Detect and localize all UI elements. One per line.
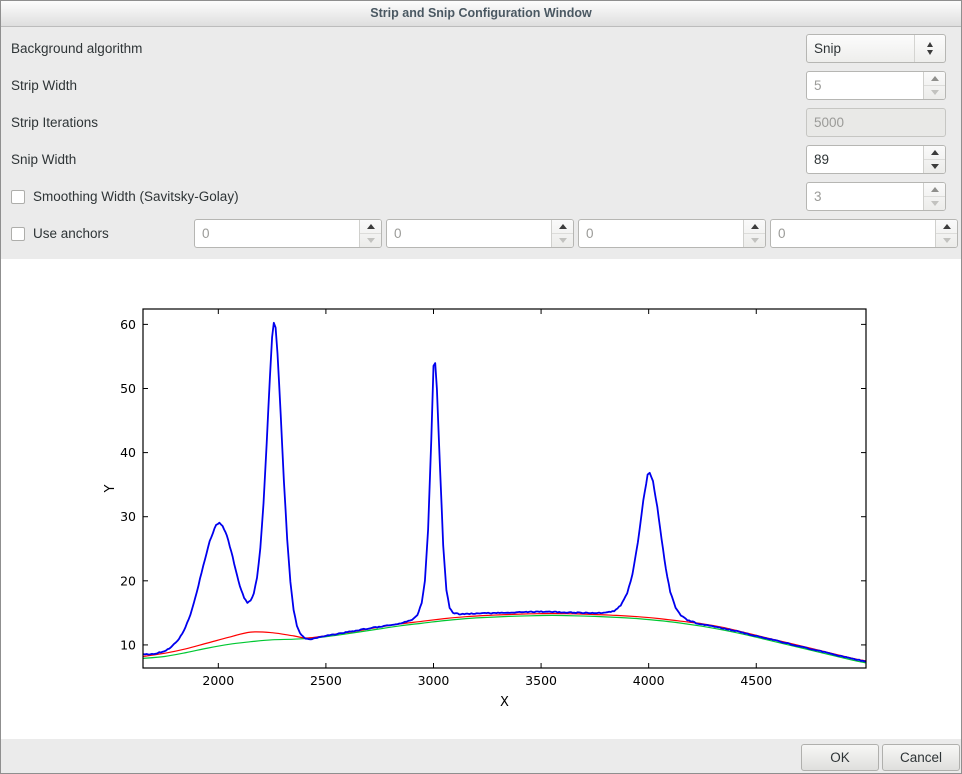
- svg-text:60: 60: [120, 317, 136, 332]
- background-algorithm-label: Background algorithm: [11, 41, 142, 56]
- ok-button[interactable]: OK: [801, 744, 879, 771]
- dropdown-up-icon: [927, 42, 933, 47]
- anchor-2-spinbox: 0: [386, 219, 574, 248]
- spin-down-icon: [367, 238, 375, 243]
- spin-up-icon: [751, 224, 759, 229]
- spin-up-icon: [931, 76, 939, 81]
- spin-up-button[interactable]: [924, 146, 945, 160]
- strip-width-label: Strip Width: [11, 78, 77, 93]
- spin-up-button: [924, 72, 945, 86]
- spin-up-button: [552, 220, 573, 234]
- svg-text:4500: 4500: [740, 673, 772, 688]
- smoothing-width-spinbox: 3: [806, 182, 946, 211]
- smoothing-width-label: Smoothing Width (Savitsky-Golay): [33, 189, 239, 204]
- background-algorithm-value: Snip: [807, 35, 914, 62]
- spin-down-icon: [931, 201, 939, 206]
- anchor-1-spinbox: 0: [194, 219, 382, 248]
- svg-text:X: X: [500, 695, 509, 710]
- spin-down-button: [360, 234, 381, 247]
- spin-down-icon: [943, 238, 951, 243]
- svg-text:Y: Y: [103, 484, 118, 493]
- dropdown-arrows-icon: [914, 35, 945, 62]
- spin-down-icon: [931, 90, 939, 95]
- spin-up-button: [936, 220, 957, 234]
- snip-width-spinbox[interactable]: 89: [806, 145, 946, 174]
- titlebar: Strip and Snip Configuration Window: [1, 1, 961, 27]
- window-title: Strip and Snip Configuration Window: [1, 1, 961, 26]
- strip-iterations-value: 5000: [807, 109, 945, 136]
- spin-up-icon: [943, 224, 951, 229]
- spin-up-icon: [367, 224, 375, 229]
- strip-snip-config-window: Strip and Snip Configuration Window Back…: [0, 0, 962, 774]
- strip-iterations-entry: 5000: [806, 108, 946, 137]
- spin-up-icon: [559, 224, 567, 229]
- cancel-button[interactable]: Cancel: [882, 744, 960, 771]
- svg-text:2500: 2500: [310, 673, 342, 688]
- svg-text:40: 40: [120, 445, 136, 460]
- strip-width-spinbox: 5: [806, 71, 946, 100]
- spin-up-icon: [931, 150, 939, 155]
- anchor-3-spinbox: 0: [578, 219, 766, 248]
- svg-text:20: 20: [120, 573, 136, 588]
- spin-up-button: [924, 183, 945, 197]
- spin-down-button[interactable]: [924, 160, 945, 173]
- strip-iterations-label: Strip Iterations: [11, 115, 98, 130]
- smoothing-width-checkbox[interactable]: [11, 190, 25, 204]
- svg-text:4000: 4000: [633, 673, 665, 688]
- use-anchors-label: Use anchors: [33, 226, 109, 241]
- anchor-1-value: 0: [195, 220, 359, 247]
- spin-down-button: [744, 234, 765, 247]
- smoothing-width-value: 3: [807, 183, 923, 210]
- svg-text:30: 30: [120, 509, 136, 524]
- svg-text:3500: 3500: [525, 673, 557, 688]
- spin-down-button: [924, 86, 945, 99]
- spin-down-button: [924, 197, 945, 210]
- spectrum-chart: 2000 2500 3000 3500 4000 4500 10 20 30 40 50 60 X Y: [1, 259, 961, 739]
- spin-up-button: [360, 220, 381, 234]
- spin-down-button: [936, 234, 957, 247]
- spin-down-button: [552, 234, 573, 247]
- dropdown-down-icon: [927, 50, 933, 55]
- svg-text:50: 50: [120, 381, 136, 396]
- strip-width-value: 5: [807, 72, 923, 99]
- use-anchors-checkbox[interactable]: [11, 227, 25, 241]
- background-algorithm-combobox[interactable]: Snip: [806, 34, 946, 63]
- anchor-3-value: 0: [579, 220, 743, 247]
- spin-down-icon: [931, 164, 939, 169]
- anchor-4-value: 0: [771, 220, 935, 247]
- snip-width-value: 89: [807, 146, 923, 173]
- snip-width-label: Snip Width: [11, 152, 76, 167]
- svg-text:10: 10: [120, 637, 136, 652]
- anchor-2-value: 0: [387, 220, 551, 247]
- spin-down-icon: [751, 238, 759, 243]
- spin-up-icon: [931, 187, 939, 192]
- anchor-4-spinbox: 0: [770, 219, 958, 248]
- spin-up-button: [744, 220, 765, 234]
- svg-text:3000: 3000: [418, 673, 450, 688]
- spin-down-icon: [559, 238, 567, 243]
- svg-text:2000: 2000: [202, 673, 234, 688]
